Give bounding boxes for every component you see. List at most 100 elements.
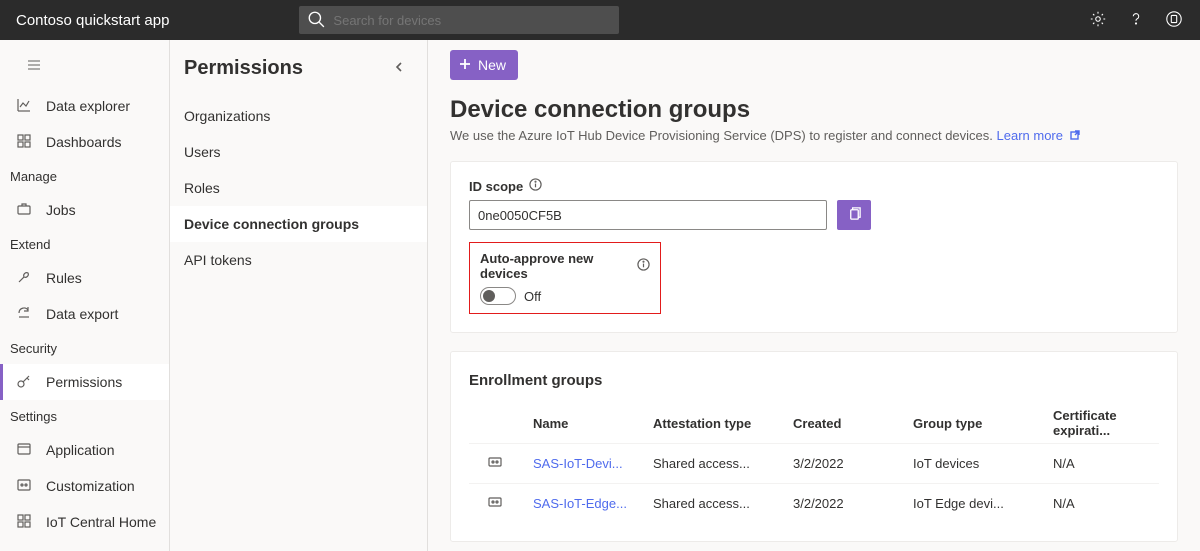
nav-iot-central-home[interactable]: IoT Central Home (0, 504, 169, 540)
connection-settings-card: ID scope Auto-approve new devices (450, 161, 1178, 333)
subnav-roles[interactable]: Roles (170, 170, 427, 206)
briefcase-icon (16, 201, 32, 220)
help-icon (1127, 10, 1145, 31)
subnav-collapse[interactable] (385, 54, 413, 82)
col-attestation[interactable]: Attestation type (653, 416, 793, 431)
subnav-label: Users (184, 144, 221, 160)
col-created[interactable]: Created (793, 416, 913, 431)
copy-id-scope-button[interactable] (837, 200, 871, 230)
id-scope-label-row: ID scope (469, 178, 1159, 194)
row-name-link[interactable]: SAS-IoT-Devi... (513, 456, 653, 471)
nav-label: Rules (46, 270, 82, 286)
subnav-api-tokens[interactable]: API tokens (170, 242, 427, 278)
content: New Device connection groups We use the … (428, 40, 1200, 551)
enrollment-groups-card: Enrollment groups Name Attestation type … (450, 351, 1178, 542)
table-row[interactable]: SAS-IoT-Devi... Shared access... 3/2/202… (469, 443, 1159, 483)
app-title: Contoso quickstart app (16, 12, 169, 29)
chart-icon (16, 97, 32, 116)
row-cert: N/A (1053, 496, 1173, 511)
row-created: 3/2/2022 (793, 496, 913, 511)
nav-label: Dashboards (46, 134, 122, 150)
info-icon[interactable] (637, 258, 650, 274)
enrollment-groups-title: Enrollment groups (469, 368, 1159, 403)
nav-jobs[interactable]: Jobs (0, 192, 169, 228)
clipboard-icon (1165, 10, 1183, 31)
info-icon[interactable] (529, 178, 542, 194)
row-created: 3/2/2022 (793, 456, 913, 471)
subnav-label: Organizations (184, 108, 270, 124)
search-input[interactable] (333, 13, 611, 28)
app-icon (16, 441, 32, 460)
search-box[interactable] (299, 6, 619, 34)
hamburger-icon (26, 57, 42, 76)
auto-approve-state: Off (524, 289, 541, 304)
nav-section-extend: Extend (0, 228, 169, 260)
id-scope-label: ID scope (469, 179, 523, 194)
sub-nav: Permissions Organizations Users Roles De… (170, 40, 428, 551)
row-grouptype: IoT Edge devi... (913, 496, 1053, 511)
nav-label: Data explorer (46, 98, 130, 114)
export-icon (16, 305, 32, 324)
external-link-icon (1067, 128, 1081, 143)
grid-icon (16, 133, 32, 152)
copy-icon (847, 206, 862, 224)
col-cert[interactable]: Certificate expirati... (1053, 408, 1173, 438)
wrench-icon (16, 269, 32, 288)
subnav-label: Roles (184, 180, 220, 196)
nav-label: Jobs (46, 202, 76, 218)
search-icon (307, 10, 333, 31)
row-cert: N/A (1053, 456, 1173, 471)
auto-approve-toggle[interactable] (480, 287, 516, 305)
nav-toggle[interactable] (16, 52, 52, 80)
nav-section-security: Security (0, 332, 169, 364)
table-header: Name Attestation type Created Group type… (469, 403, 1159, 443)
page-subtext: We use the Azure IoT Hub Device Provisio… (450, 128, 1178, 143)
row-grouptype: IoT devices (913, 456, 1053, 471)
nav-application[interactable]: Application (0, 432, 169, 468)
id-scope-input[interactable] (469, 200, 827, 230)
nav-permissions[interactable]: Permissions (0, 364, 169, 400)
nav-section-settings: Settings (0, 400, 169, 432)
nav-customization[interactable]: Customization (0, 468, 169, 504)
row-name-link[interactable]: SAS-IoT-Edge... (513, 496, 653, 511)
nav-label: Customization (46, 478, 135, 494)
nav-label: Data export (46, 306, 118, 322)
page-subtext-text: We use the Azure IoT Hub Device Provisio… (450, 128, 997, 143)
subnav-users[interactable]: Users (170, 134, 427, 170)
subnav-label: Device connection groups (184, 216, 359, 232)
gear-icon (1089, 10, 1107, 31)
plus-icon (458, 57, 472, 74)
new-button-label: New (478, 57, 506, 73)
home-grid-icon (16, 513, 32, 532)
auto-approve-label: Auto-approve new devices (480, 251, 631, 281)
col-name[interactable]: Name (513, 416, 653, 431)
help-button[interactable] (1126, 10, 1146, 30)
new-button[interactable]: New (450, 50, 518, 80)
auto-approve-highlight: Auto-approve new devices Off (469, 242, 661, 314)
nav-label: IoT Central Home (46, 514, 156, 530)
learn-more-link[interactable]: Learn more (997, 128, 1081, 143)
palette-icon (16, 477, 32, 496)
subnav-label: API tokens (184, 252, 252, 268)
row-attestation: Shared access... (653, 496, 793, 511)
toggle-thumb (483, 290, 495, 302)
subnav-device-connection-groups[interactable]: Device connection groups (170, 206, 427, 242)
topbar: Contoso quickstart app (0, 0, 1200, 40)
col-grouptype[interactable]: Group type (913, 416, 1053, 431)
group-icon (469, 494, 513, 513)
group-icon (469, 454, 513, 473)
nav-section-manage: Manage (0, 160, 169, 192)
nav-data-export[interactable]: Data export (0, 296, 169, 332)
key-icon (16, 373, 32, 392)
nav-data-explorer[interactable]: Data explorer (0, 88, 169, 124)
subnav-organizations[interactable]: Organizations (170, 98, 427, 134)
chevron-left-icon (393, 60, 405, 76)
subnav-title: Permissions (184, 57, 385, 80)
nav-label: Permissions (46, 374, 122, 390)
nav-rules[interactable]: Rules (0, 260, 169, 296)
settings-button[interactable] (1088, 10, 1108, 30)
feedback-button[interactable] (1164, 10, 1184, 30)
left-nav: Data explorer Dashboards Manage Jobs Ext… (0, 40, 170, 551)
nav-dashboards[interactable]: Dashboards (0, 124, 169, 160)
table-row[interactable]: SAS-IoT-Edge... Shared access... 3/2/202… (469, 483, 1159, 523)
